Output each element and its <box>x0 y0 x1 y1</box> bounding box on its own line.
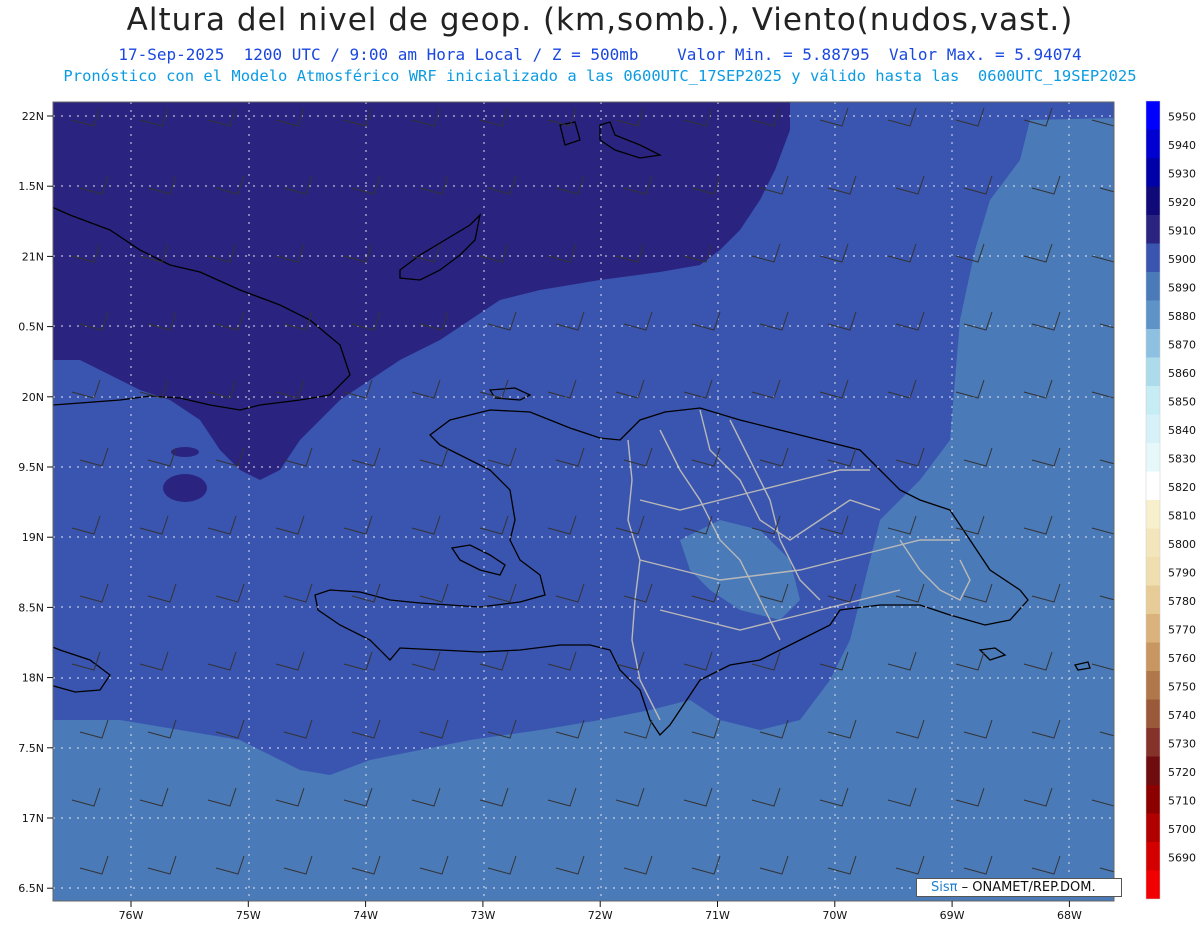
lat-label: 21N <box>22 250 44 263</box>
lat-label: 7.5N <box>18 742 44 755</box>
colorbar-label: 5930 <box>1168 168 1196 181</box>
colorbar-legend: 5950 5940 5930 5920 5910 5900 5890 5880 5870 5860… <box>1145 100 1196 900</box>
lat-label: 17N <box>22 812 44 825</box>
lon-label: 72W <box>588 909 613 922</box>
lat-label: 9.5N <box>18 461 44 474</box>
map-figure: 22N 1.5N 21N 0.5N 20N 9.5N 19N 8.5N 18N 7.5N 17N 6.… <box>18 100 1196 922</box>
longitude-axis: 76W 75W 74W 73W 72W 71W 70W 69W 68W <box>119 901 1082 922</box>
colorbar-label: 5860 <box>1168 367 1196 380</box>
colorbar-label: 5750 <box>1168 681 1196 694</box>
colorbar-swatch <box>1146 272 1160 301</box>
colorbar-label: 5940 <box>1168 139 1196 152</box>
colorbar-swatch <box>1146 585 1160 614</box>
lat-label: 18N <box>22 672 44 685</box>
colorbar-label: 5830 <box>1168 453 1196 466</box>
credit-org: – ONAMET/REP.DOM. <box>961 880 1096 895</box>
colorbar-swatch <box>1146 785 1160 814</box>
colorbar-swatch <box>1146 813 1160 842</box>
colorbar-swatch <box>1146 186 1160 215</box>
lat-label: 22N <box>22 110 44 123</box>
colorbar-label: 5700 <box>1168 823 1196 836</box>
lon-label: 71W <box>705 909 730 922</box>
colorbar-label: 5790 <box>1168 567 1196 580</box>
colorbar-label: 5720 <box>1168 766 1196 779</box>
lat-label: 1.5N <box>18 180 44 193</box>
lon-label: 69W <box>940 909 965 922</box>
lat-label: 19N <box>22 531 44 544</box>
colorbar-label: 5910 <box>1168 225 1196 238</box>
colorbar-swatch <box>1146 158 1160 187</box>
colorbar-swatch <box>1146 357 1160 386</box>
colorbar-swatch <box>1146 557 1160 586</box>
latitude-axis: 22N 1.5N 21N 0.5N 20N 9.5N 19N 8.5N 18N 7.5N 17N 6.… <box>18 110 53 895</box>
colorbar-label: 5730 <box>1168 738 1196 751</box>
colorbar-swatch <box>1146 870 1160 899</box>
colorbar-swatch <box>1146 842 1160 871</box>
colorbar-swatch <box>1146 671 1160 700</box>
colorbar-label: 5900 <box>1168 253 1196 266</box>
lon-label: 70W <box>822 909 847 922</box>
colorbar-label: 5890 <box>1168 282 1196 295</box>
colorbar-swatch <box>1146 215 1160 244</box>
lon-label: 68W <box>1057 909 1082 922</box>
colorbar-swatch <box>1146 728 1160 757</box>
lon-label: 74W <box>353 909 378 922</box>
colorbar-label: 5800 <box>1168 538 1196 551</box>
colorbar-label: 5740 <box>1168 709 1196 722</box>
colorbar-label: 5840 <box>1168 424 1196 437</box>
colorbar-label: 5880 <box>1168 310 1196 323</box>
colorbar-label: 5950 <box>1168 111 1196 124</box>
lon-label: 75W <box>236 909 261 922</box>
lat-label: 0.5N <box>18 321 44 334</box>
colorbar-label: 5760 <box>1168 652 1196 665</box>
colorbar-swatch <box>1146 500 1160 529</box>
colorbar-swatch <box>1146 129 1160 158</box>
colorbar-swatch <box>1146 329 1160 358</box>
colorbar-swatch <box>1146 300 1160 329</box>
colorbar-label: 5690 <box>1168 852 1196 865</box>
colorbar-label: 5920 <box>1168 196 1196 209</box>
colorbar-label: 5820 <box>1168 481 1196 494</box>
lat-label: 20N <box>22 391 44 404</box>
colorbar-swatch <box>1146 443 1160 472</box>
lat-label: 8.5N <box>18 601 44 614</box>
shade-level-5910-patch-small <box>171 447 199 457</box>
colorbar-swatch <box>1146 471 1160 500</box>
colorbar-label: 5870 <box>1168 339 1196 352</box>
colorbar-label: 5780 <box>1168 595 1196 608</box>
credit-box: Sisπ – ONAMET/REP.DOM. <box>916 878 1122 897</box>
colorbar-swatch <box>1146 756 1160 785</box>
colorbar-swatch <box>1146 614 1160 643</box>
credit-sis: Sisπ <box>931 880 958 895</box>
geopotential-shading <box>53 102 1114 901</box>
colorbar-swatch <box>1146 243 1160 272</box>
colorbar-label: 5810 <box>1168 510 1196 523</box>
colorbar-swatch <box>1146 386 1160 415</box>
lat-label: 6.5N <box>18 882 44 895</box>
lon-label: 76W <box>119 909 144 922</box>
colorbar-swatch <box>1146 642 1160 671</box>
colorbar-label: 5770 <box>1168 624 1196 637</box>
colorbar-swatch <box>1146 699 1160 728</box>
colorbar-swatch <box>1146 414 1160 443</box>
colorbar-label: 5710 <box>1168 795 1196 808</box>
colorbar-label: 5850 <box>1168 396 1196 409</box>
colorbar-swatch <box>1146 101 1160 130</box>
shade-level-5910-patch <box>163 474 207 502</box>
lon-label: 73W <box>470 909 495 922</box>
colorbar-swatch <box>1146 528 1160 557</box>
